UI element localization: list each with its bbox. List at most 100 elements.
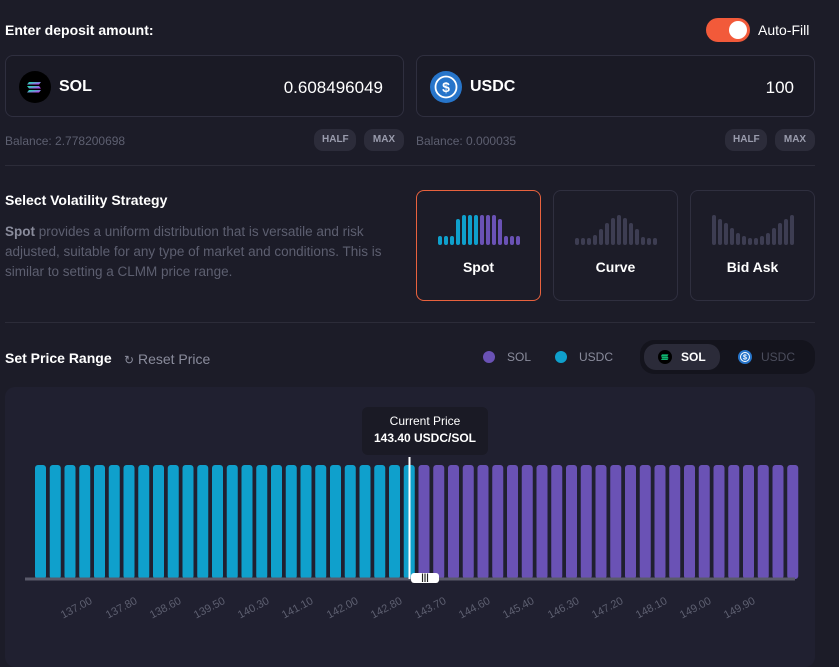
x-tick-label: 149.00: [678, 595, 714, 622]
strategy-description: Spot provides a uniform distribution tha…: [5, 222, 405, 282]
legend-sol-dot: [483, 351, 495, 363]
x-tick-label: 137.80: [103, 595, 139, 622]
usdc-bin-bar: [330, 465, 341, 579]
toggle-knob: [729, 21, 747, 39]
usdc-bin-bar: [123, 465, 135, 579]
sol-half-button[interactable]: HALF: [314, 129, 356, 151]
divider: [5, 322, 815, 323]
sol-symbol: SOL: [59, 78, 92, 95]
x-tick-label: 149.90: [722, 595, 758, 622]
tooltip-price: 143.40 USDC/SOL: [373, 431, 477, 445]
sol-bin-bar: [728, 465, 740, 579]
reset-price-button[interactable]: ↻ Reset Price: [124, 351, 210, 367]
usdc-balance: Balance: 0.000035: [416, 134, 517, 148]
toggle-sol-label: SOL: [681, 350, 706, 364]
x-tick-label: 143.70: [412, 595, 449, 622]
reset-price-label: Reset Price: [137, 351, 211, 367]
sol-bin-bar: [492, 465, 504, 579]
sol-bin-bar: [772, 465, 784, 579]
price-range-chart[interactable]: Current Price 143.40 USDC/SOL ||| 137.00…: [5, 387, 815, 667]
usdc-bin-bar: [153, 465, 164, 579]
sol-amount-box[interactable]: SOL 0.608496049: [5, 55, 404, 117]
refresh-icon: ↻: [124, 353, 135, 367]
usdc-bin-bar: [285, 465, 297, 579]
sol-bin-bar: [684, 465, 695, 579]
bidask-distribution-icon: [691, 213, 814, 245]
sol-amount-input[interactable]: 0.608496049: [284, 78, 383, 98]
sol-bin-bar: [654, 465, 666, 579]
usdc-amount-box[interactable]: $ USDC 100: [416, 55, 815, 117]
curve-distribution-icon: [554, 213, 677, 245]
sol-bin-bar: [507, 465, 518, 579]
x-tick-label: 137.00: [59, 595, 95, 622]
usdc-bin-bar: [35, 465, 46, 579]
usdc-bin-bar: [94, 465, 105, 579]
usdc-bin-bar: [49, 465, 61, 579]
current-price-handle[interactable]: |||: [411, 573, 439, 583]
usdc-symbol: USDC: [470, 78, 516, 95]
strategy-bidask-card[interactable]: Bid Ask: [690, 190, 815, 301]
x-tick-label: 146.30: [545, 595, 581, 622]
usdc-bin-bar: [389, 465, 400, 579]
usdc-half-button[interactable]: HALF: [725, 129, 767, 151]
usdc-amount-input[interactable]: 100: [766, 78, 794, 98]
x-tick-label: 142.00: [324, 595, 360, 622]
usdc-max-button[interactable]: MAX: [775, 129, 815, 151]
x-tick-label: 142.80: [368, 595, 405, 622]
sol-bin-bar: [448, 465, 459, 579]
usdc-bin-bar: [167, 465, 179, 579]
sol-bin-bar: [713, 465, 725, 579]
svg-text:$: $: [743, 355, 747, 362]
usdc-bin-bar: [79, 465, 91, 579]
usdc-bin-bar: [241, 465, 253, 579]
usdc-bin-bar: [300, 465, 312, 579]
usdc-bin-bar: [182, 465, 194, 579]
legend-usdc-label: USDC: [579, 350, 614, 364]
svg-text:$: $: [442, 79, 450, 95]
usdc-bin-bar: [197, 465, 209, 579]
sol-bin-bar: [639, 465, 651, 579]
sol-bin-bar: [566, 465, 577, 579]
sol-bin-bar: [536, 465, 548, 579]
usdc-bin-bar: [256, 465, 268, 579]
sol-max-button[interactable]: MAX: [364, 129, 404, 151]
x-tick-label: 145.40: [501, 595, 537, 622]
sol-balance: Balance: 2.778200698: [5, 134, 126, 148]
autofill-label: Auto-Fill: [758, 22, 810, 38]
usdc-bin-bar: [271, 465, 282, 579]
legend-sol-label: SOL: [507, 350, 532, 364]
sol-bin-bar: [595, 465, 607, 579]
strategy-curve-card[interactable]: Curve: [553, 190, 678, 301]
toggle-sol-option[interactable]: SOL: [644, 344, 720, 370]
toggle-usdc-label: USDC: [761, 350, 796, 364]
usdc-bin-bar: [108, 465, 120, 579]
usdc-bin-bar: [359, 465, 371, 579]
usdc-bin-bar: [344, 465, 356, 579]
usdc-small-icon: $: [738, 350, 752, 364]
current-price-tooltip: Current Price 143.40 USDC/SOL: [362, 407, 488, 455]
sol-bin-bar: [462, 465, 474, 579]
sol-bin-bar: [787, 465, 799, 579]
sol-bin-bar: [433, 465, 445, 579]
sol-bin-bar: [580, 465, 592, 579]
strategy-curve-label: Curve: [595, 259, 636, 275]
strategy-desc-text: provides a uniform distribution that is …: [5, 224, 382, 279]
x-tick-label: 148.10: [633, 595, 670, 622]
usdc-logo-icon: $: [430, 71, 462, 103]
tooltip-title: Current Price: [389, 414, 461, 428]
x-tick-label: 139.50: [191, 595, 228, 622]
strategy-desc-strong: Spot: [5, 224, 35, 239]
sol-bin-bar: [418, 465, 430, 579]
divider: [5, 165, 815, 166]
sol-bin-bar: [669, 465, 681, 579]
sol-bin-bar: [625, 465, 636, 579]
sol-bin-bar: [551, 465, 563, 579]
solana-small-icon: [658, 350, 672, 364]
usdc-bin-bar: [212, 465, 223, 579]
strategy-title: Select Volatility Strategy: [5, 192, 168, 208]
sol-bin-bar: [521, 465, 533, 579]
token-view-toggle[interactable]: SOL $ USDC: [640, 340, 815, 374]
autofill-toggle[interactable]: [706, 18, 750, 42]
strategy-spot-card[interactable]: Spot: [416, 190, 541, 301]
solana-logo-icon: [19, 71, 51, 103]
